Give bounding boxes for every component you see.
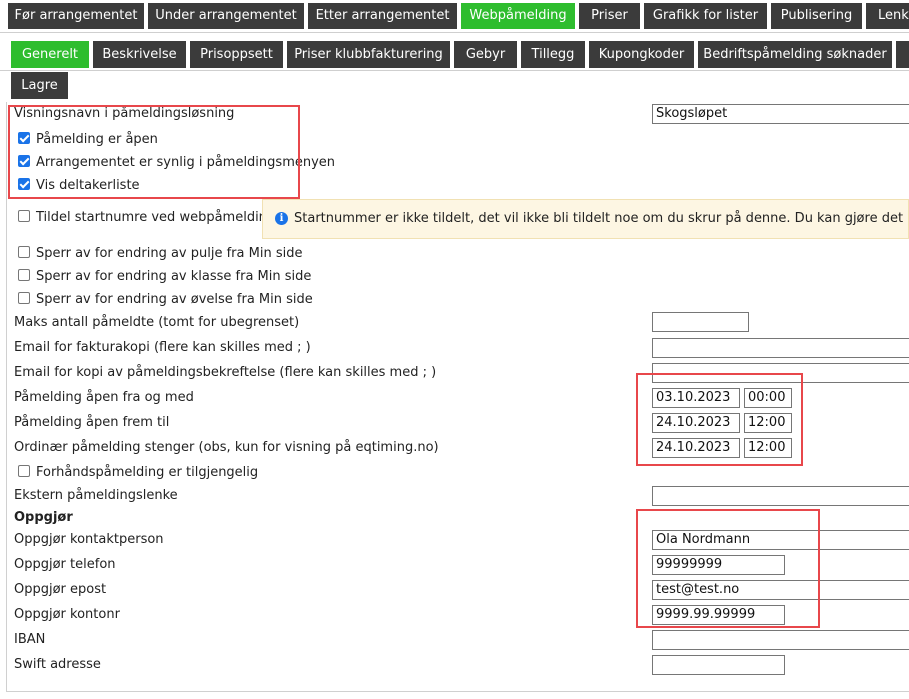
tab-web-registration[interactable]: Webpåmelding [461,3,575,29]
tab-publishing[interactable]: Publisering [771,3,862,29]
subtab-price-setup[interactable]: Prisoppsett [190,41,283,68]
preregistration-label: Forhåndspåmelding er tilgjengelig [36,465,259,480]
open-until-label: Påmelding åpen frem til [14,415,170,430]
assign-startnumbers-label: Tildel startnumre ved webpåmelding [36,210,276,225]
tab-before-event[interactable]: Før arrangementet [8,3,144,29]
settlement-contact-label: Oppgjør kontaktperson [14,532,164,547]
swift-label: Swift adresse [14,657,101,672]
lock-class-label: Sperr av for endring av klasse fra Min s… [36,269,312,284]
save-button[interactable]: Lagre [11,72,68,99]
settlement-account-label: Oppgjør kontonr [14,607,120,622]
checkbox-icon[interactable] [18,269,30,281]
closes-label: Ordinær påmelding stenger (obs, kun for … [14,440,439,455]
max-participants-label: Maks antall påmeldte (tomt for ubegrense… [14,315,300,330]
subtab-club-invoicing-prices[interactable]: Priser klubbfakturering [287,41,450,68]
subtab-description[interactable]: Beskrivelse [93,41,186,68]
lock-class-row[interactable]: Sperr av for endring av klasse fra Min s… [18,269,311,284]
content-frame-bottom-border [6,691,909,692]
confirmation-email-label: Email for kopi av påmeldingsbekreftelse … [14,365,437,380]
assign-startnumbers-row[interactable]: Tildel startnumre ved webpåmelding [18,210,275,225]
lock-pool-row[interactable]: Sperr av for endring av pulje fra Min si… [18,246,302,261]
tab-during-event[interactable]: Under arrangementet [148,3,304,29]
subtab-fee[interactable]: Gebyr [454,41,517,68]
external-link-label: Ekstern påmeldingslenke [14,488,178,503]
checkbox-icon[interactable] [18,465,30,477]
content-frame-left-border [6,102,7,692]
open-from-label: Påmelding åpen fra og med [14,390,194,405]
info-icon: i [275,212,288,225]
startnumber-info-box: i Startnummer er ikke tildelt, det vil ik… [262,199,909,239]
settlement-heading: Oppgjør [14,510,73,525]
display-name-input[interactable]: Skogsløpet [652,104,909,124]
max-participants-input[interactable] [652,312,749,332]
checkbox-icon[interactable] [18,246,30,258]
settlement-phone-label: Oppgjør telefon [14,557,116,572]
iban-label: IBAN [14,632,46,647]
invoice-email-input[interactable] [652,338,909,358]
highlight-box-dates [636,373,803,466]
subtab-coupon-codes[interactable]: Kupongkoder [589,41,694,68]
top-navigation: Før arrangementet Under arrangementet Et… [0,0,909,33]
subtab-more[interactable] [896,41,909,68]
invoice-email-label: Email for fakturakopi (flere kan skilles… [14,340,311,355]
startnumber-info-text: Startnummer er ikke tildelt, det vil ikk… [294,211,909,226]
tab-after-event[interactable]: Etter arrangementet [308,3,457,29]
checkbox-icon[interactable] [18,210,30,222]
tab-prices[interactable]: Priser [579,3,640,29]
highlight-box-checkboxes [8,105,300,199]
checkbox-icon[interactable] [18,292,30,304]
highlight-box-settlement [636,509,820,628]
lock-pool-label: Sperr av for endring av pulje fra Min si… [36,246,303,261]
swift-input[interactable] [652,655,785,675]
subtab-addons[interactable]: Tillegg [521,41,585,68]
settlement-email-label: Oppgjør epost [14,582,107,597]
subtab-general[interactable]: Generelt [11,41,89,68]
lock-exercise-row[interactable]: Sperr av for endring av øvelse fra Min s… [18,292,313,307]
sub-navigation: Generelt Beskrivelse Prisoppsett Priser … [0,37,909,71]
subtab-company-registration-applications[interactable]: Bedriftspåmelding søknader [698,41,892,68]
tab-graphics-lists[interactable]: Grafikk for lister [644,3,767,29]
tab-link[interactable]: Lenke [866,3,909,29]
iban-input[interactable] [652,630,909,650]
preregistration-row[interactable]: Forhåndspåmelding er tilgjengelig [18,465,258,480]
lock-exercise-label: Sperr av for endring av øvelse fra Min s… [36,292,313,307]
external-link-input[interactable] [652,486,909,506]
